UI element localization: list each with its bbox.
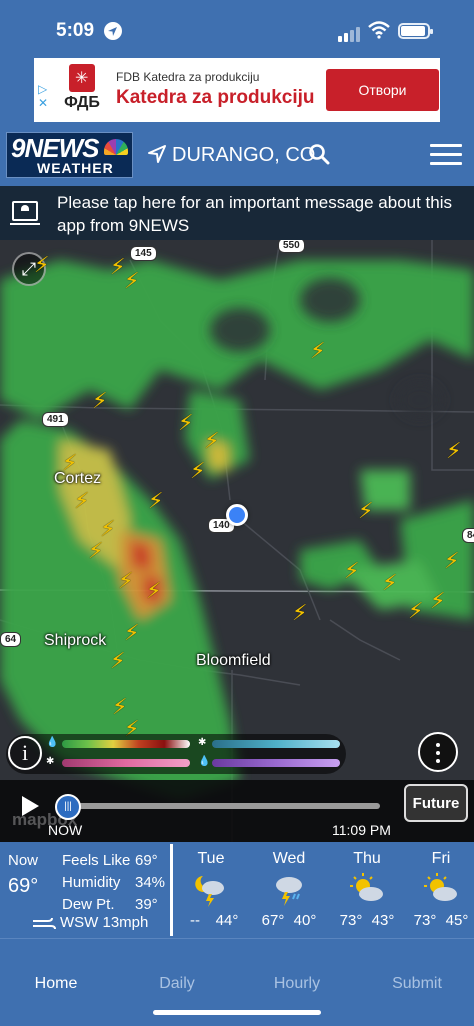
location-services-icon: [104, 22, 122, 40]
mix-icon: ✱: [46, 756, 55, 767]
forecast-day-thu[interactable]: Thu 73° 43°: [332, 850, 402, 929]
message-text: Please tap here for an important message…: [57, 193, 453, 235]
rain-icon: 💧: [46, 737, 59, 748]
forecast-day-tue[interactable]: Tue -- 44°: [176, 850, 246, 929]
search-icon[interactable]: [308, 143, 330, 165]
partly-sunny-icon: [406, 872, 474, 908]
presentation-icon: [10, 201, 40, 225]
sleet-icon: 💧: [198, 756, 211, 767]
weather-summary[interactable]: Now 69° Feels Like 69° Humidity 34% Dew Pt…: [0, 842, 474, 938]
tab-hourly[interactable]: Hourly: [247, 975, 347, 993]
lightning-icon: ⚡: [34, 252, 50, 277]
lightning-icon: ⚡: [92, 388, 108, 413]
ad-logo: ФДБ: [54, 64, 110, 118]
9news-weather-logo: 9NEWS WEATHER: [6, 132, 133, 178]
ad-banner[interactable]: ▷✕ ФДБ FDB Katedra za produkciju Katedra…: [34, 58, 440, 122]
future-button[interactable]: Future: [404, 784, 468, 822]
peacock-icon: [104, 139, 128, 155]
route-shield-491: 491: [42, 412, 69, 427]
lightning-icon: ⚡: [110, 648, 126, 673]
app-header: 9NEWS WEATHER DURANGO, CO: [0, 122, 474, 186]
cellular-signal-icon: [338, 24, 362, 42]
lightning-icon: ⚡: [124, 620, 140, 645]
lightning-icon: ⚡: [148, 488, 164, 513]
lightning-icon: ⚡: [124, 268, 140, 293]
lightning-icon: ⚡: [382, 570, 398, 595]
radar-timeline: mapbox ||| NOW 11:09 PM Future: [0, 780, 474, 842]
wind-readout: WSW 13mph: [32, 914, 148, 931]
current-temperature: 69°: [8, 875, 39, 897]
partly-sunny-icon: [332, 872, 402, 908]
battery-icon: [398, 23, 433, 39]
timeline-slider[interactable]: [66, 803, 380, 809]
lightning-icon: ⚡: [310, 338, 326, 363]
tab-submit[interactable]: Submit: [367, 975, 467, 993]
radar-legend: i 💧 ✱ ✱ 💧: [6, 734, 346, 774]
status-bar: 5:09: [0, 0, 474, 58]
timeline-now-label: NOW: [48, 822, 83, 838]
city-label-shiprock: Shiprock: [44, 632, 107, 649]
location-name[interactable]: DURANGO, CO: [172, 144, 315, 167]
lightning-icon: ⚡: [344, 558, 360, 583]
lightning-icon: ⚡: [446, 438, 462, 463]
ad-choices-icon[interactable]: ▷ ✕: [38, 82, 48, 110]
lightning-icon: ⚡: [190, 458, 206, 483]
night-thunderstorm-icon: [176, 872, 246, 908]
current-details: Feels Like 69° Humidity 34% Dew Pt. 39°: [62, 852, 166, 913]
info-icon[interactable]: i: [8, 736, 42, 770]
tab-daily[interactable]: Daily: [127, 975, 227, 993]
ad-subtitle: FDB Katedra za produkciju: [116, 70, 260, 84]
thunderstorm-icon: [254, 872, 324, 908]
lightning-icon: ⚡: [292, 600, 308, 625]
current-location-marker: [226, 504, 248, 526]
lightning-icon: ⚡: [408, 598, 424, 623]
ad-open-button[interactable]: Отвори: [326, 69, 439, 111]
tab-home[interactable]: Home: [6, 975, 106, 993]
forecast-day-fri[interactable]: Fri 73° 45°: [406, 850, 474, 929]
lightning-icon: ⚡: [204, 428, 220, 453]
wifi-icon: [368, 21, 390, 39]
snow-icon: ✱: [198, 737, 207, 748]
lightning-icon: ⚡: [88, 538, 104, 563]
lightning-icon: ⚡: [358, 498, 374, 523]
current-conditions: Now 69°: [8, 852, 39, 897]
lightning-icon: ⚡: [430, 588, 446, 613]
route-shield-84: 84: [462, 528, 474, 543]
timeline-time-label: 11:09 PM: [332, 822, 391, 838]
lightning-icon: ⚡: [178, 410, 194, 435]
home-indicator: [153, 1010, 321, 1015]
ad-title: Katedra za produkciju: [116, 87, 315, 108]
lightning-icon: ⚡: [146, 578, 162, 603]
route-shield-64: 64: [0, 632, 22, 647]
lightning-icon: ⚡: [444, 548, 460, 573]
important-message-banner[interactable]: Please tap here for an important message…: [0, 186, 474, 240]
hamburger-menu-icon[interactable]: [430, 144, 462, 166]
lightning-icon: ⚡: [118, 568, 134, 593]
divider: [170, 844, 173, 936]
more-options-icon[interactable]: [418, 732, 458, 772]
play-icon[interactable]: [22, 796, 39, 816]
radar-map[interactable]: ⤢ 145 550 491 140 64 84 Cortez Shiprock …: [0, 240, 474, 842]
lightning-icon: ⚡: [112, 694, 128, 719]
city-label-bloomfield: Bloomfield: [196, 652, 271, 669]
wind-icon: [33, 917, 56, 930]
lightning-icon: ⚡: [74, 488, 90, 513]
route-shield-145: 145: [130, 246, 157, 261]
status-time: 5:09: [56, 20, 95, 41]
lightning-icon: ⚡: [100, 516, 116, 541]
forecast-day-wed[interactable]: Wed 67° 40°: [254, 850, 324, 929]
lightning-icon: ⚡: [62, 450, 78, 475]
navigation-arrow-icon[interactable]: [147, 144, 167, 164]
timeline-slider-thumb[interactable]: |||: [55, 794, 81, 820]
route-shield-550: 550: [278, 240, 305, 253]
